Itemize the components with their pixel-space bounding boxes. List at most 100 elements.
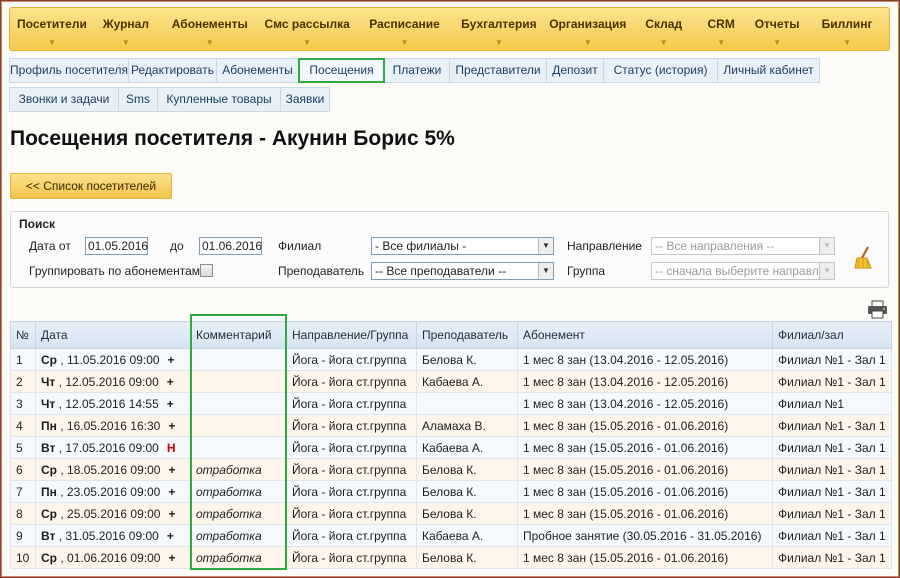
table-row[interactable]: 4 Пн , 16.05.2016 16:30 + Йога - йога ст.гр…: [10, 414, 892, 437]
attendance-mark[interactable]: +: [168, 419, 175, 433]
menu-item-label: Отчеты: [754, 17, 800, 31]
tab-tabs_row1-6[interactable]: Депозит: [546, 58, 604, 83]
tab-tabs_row2-0[interactable]: Звонки и задачи: [9, 87, 119, 112]
column-header-1[interactable]: Дата: [35, 321, 191, 349]
date-from-input[interactable]: 01.05.2016: [85, 237, 148, 255]
row-number: 9: [10, 524, 36, 547]
table-row[interactable]: 9 Вт , 31.05.2016 09:00 + отработка Йога - й…: [10, 524, 892, 547]
menu-item-0[interactable]: Посетители ▼: [10, 8, 94, 50]
branch-cell: Филиал №1 - Зал 1: [772, 524, 892, 547]
tab-tabs_row2-2[interactable]: Купленные товары: [157, 87, 281, 112]
date-to-input[interactable]: 01.06.2016: [199, 237, 262, 255]
tab-tabs_row1-8[interactable]: Личный кабинет: [717, 58, 820, 83]
visit-datetime: 23.05.2016 09:00: [66, 484, 161, 499]
table-row[interactable]: 1 Ср , 11.05.2016 09:00 + Йога - йога ст.гр…: [10, 348, 892, 371]
table-row[interactable]: 6 Ср , 18.05.2016 09:00 + отработка Йога - й…: [10, 458, 892, 481]
menu-item-label: Абонементы: [171, 17, 248, 31]
weekday: Ср: [41, 550, 57, 565]
date-to-label: до: [170, 239, 184, 253]
attendance-mark[interactable]: +: [168, 353, 175, 367]
menu-item-2[interactable]: Абонементы ▼: [158, 8, 262, 50]
visit-date-cell: Ср , 18.05.2016 09:00 +: [35, 458, 191, 481]
comment-cell[interactable]: отработка: [190, 524, 287, 547]
table-row[interactable]: 5 Вт , 17.05.2016 09:00 Н Йога - йога ст.гр…: [10, 436, 892, 459]
group-by-subscription-checkbox[interactable]: [200, 264, 213, 277]
attendance-mark[interactable]: +: [167, 397, 174, 411]
attendance-mark[interactable]: +: [167, 529, 174, 543]
print-icon[interactable]: [867, 300, 888, 319]
column-header-2[interactable]: Комментарий: [190, 321, 287, 349]
comment-cell[interactable]: [190, 348, 287, 371]
table-row[interactable]: 2 Чт , 12.05.2016 09:00 + Йога - йога ст.гр…: [10, 370, 892, 393]
tabs-row-1: Профиль посетителя Редактировать Абонемент…: [9, 58, 820, 83]
menu-item-5[interactable]: Бухгалтерия ▼: [456, 8, 541, 50]
menu-item-10[interactable]: Биллинг ▼: [805, 8, 889, 50]
menu-item-label: Бухгалтерия: [461, 17, 537, 31]
weekday: Пн: [41, 484, 57, 499]
comment-cell[interactable]: отработка: [190, 502, 287, 525]
direction-cell: Йога - йога ст.группа: [286, 370, 417, 393]
attendance-mark[interactable]: Н: [167, 441, 176, 455]
tab-tabs_row2-1[interactable]: Sms: [118, 87, 158, 112]
teacher-cell: Белова К.: [416, 458, 518, 481]
table-row[interactable]: 10 Ср , 01.06.2016 09:00 + отработка Йога - …: [10, 546, 892, 569]
visit-date-cell: Ср , 25.05.2016 09:00 +: [35, 502, 191, 525]
attendance-mark[interactable]: +: [167, 375, 174, 389]
weekday: Вт: [41, 528, 56, 543]
attendance-mark[interactable]: +: [168, 463, 175, 477]
menu-item-3[interactable]: Смс рассылка ▼: [262, 8, 353, 50]
tab-tabs_row1-1[interactable]: Редактировать: [128, 58, 217, 83]
tab-tabs_row2-3[interactable]: Заявки: [280, 87, 330, 112]
comment-cell[interactable]: [190, 392, 287, 415]
attendance-mark[interactable]: +: [168, 551, 175, 565]
direction-select[interactable]: -- Все направления -- ▼: [651, 237, 835, 255]
menu-item-6[interactable]: Организация ▼: [541, 8, 634, 50]
tab-tabs_row1-3[interactable]: Посещения: [298, 58, 385, 83]
menu-item-1[interactable]: Журнал ▼: [94, 8, 158, 50]
teacher-cell: [416, 392, 518, 415]
column-header-0[interactable]: №: [10, 321, 36, 349]
subscription-cell: 1 мес 8 зан (15.05.2016 - 01.06.2016): [517, 436, 773, 459]
table-row[interactable]: 7 Пн , 23.05.2016 09:00 + отработка Йога - й…: [10, 480, 892, 503]
menu-item-8[interactable]: CRM ▼: [693, 8, 749, 50]
direction-select-value: -- Все направления --: [655, 239, 775, 253]
tab-tabs_row1-7[interactable]: Статус (история): [603, 58, 718, 83]
table-row[interactable]: 3 Чт , 12.05.2016 14:55 + Йога - йога ст.гр…: [10, 392, 892, 415]
chevron-down-icon: ▼: [819, 263, 834, 279]
tab-tabs_row1-4[interactable]: Платежи: [384, 58, 450, 83]
menu-item-label: CRM: [707, 17, 735, 31]
menu-item-7[interactable]: Склад ▼: [634, 8, 693, 50]
tab-tabs_row1-2[interactable]: Абонементы: [216, 58, 299, 83]
comment-cell[interactable]: [190, 370, 287, 393]
teacher-select[interactable]: -- Все преподаватели -- ▼: [371, 262, 554, 280]
comment-cell[interactable]: [190, 436, 287, 459]
comment-cell[interactable]: отработка: [190, 480, 287, 503]
teacher-cell: Кабаева А.: [416, 370, 518, 393]
top-menu: Посетители ▼ Журнал ▼ Абонементы ▼ Смс рассылк…: [9, 7, 890, 51]
menu-item-label: Смс рассылка: [264, 17, 350, 31]
column-header-4[interactable]: Преподаватель: [416, 321, 518, 349]
menu-item-4[interactable]: Расписание ▼: [353, 8, 457, 50]
clear-filter-broom-icon[interactable]: [853, 246, 873, 270]
column-header-5[interactable]: Абонемент: [517, 321, 773, 349]
column-header-3[interactable]: Направление/Группа: [286, 321, 417, 349]
attendance-mark[interactable]: +: [168, 507, 175, 521]
tab-tabs_row1-5[interactable]: Представители: [449, 58, 547, 83]
teacher-cell: Белова К.: [416, 502, 518, 525]
subscription-cell: 1 мес 8 зан (15.05.2016 - 01.06.2016): [517, 546, 773, 569]
menu-item-9[interactable]: Отчеты ▼: [749, 8, 805, 50]
comment-cell[interactable]: отработка: [190, 546, 287, 569]
comment-cell[interactable]: отработка: [190, 458, 287, 481]
group-select[interactable]: -- сначала выберите направлен ▼: [651, 262, 835, 280]
comment-cell[interactable]: [190, 414, 287, 437]
row-number: 3: [10, 392, 36, 415]
branch-select[interactable]: - Все филиалы - ▼: [371, 237, 554, 255]
column-header-6[interactable]: Филиал/зал: [772, 321, 892, 349]
search-panel: Поиск Дата от 01.05.2016 до 01.06.2016 Г…: [10, 211, 889, 288]
direction-cell: Йога - йога ст.группа: [286, 546, 417, 569]
table-row[interactable]: 8 Ср , 25.05.2016 09:00 + отработка Йога - й…: [10, 502, 892, 525]
attendance-mark[interactable]: +: [168, 485, 175, 499]
dropdown-arrow-icon: ▼: [121, 38, 130, 47]
tab-tabs_row1-0[interactable]: Профиль посетителя: [9, 58, 129, 83]
back-to-visitors-button[interactable]: << Список посетителей: [10, 173, 172, 199]
